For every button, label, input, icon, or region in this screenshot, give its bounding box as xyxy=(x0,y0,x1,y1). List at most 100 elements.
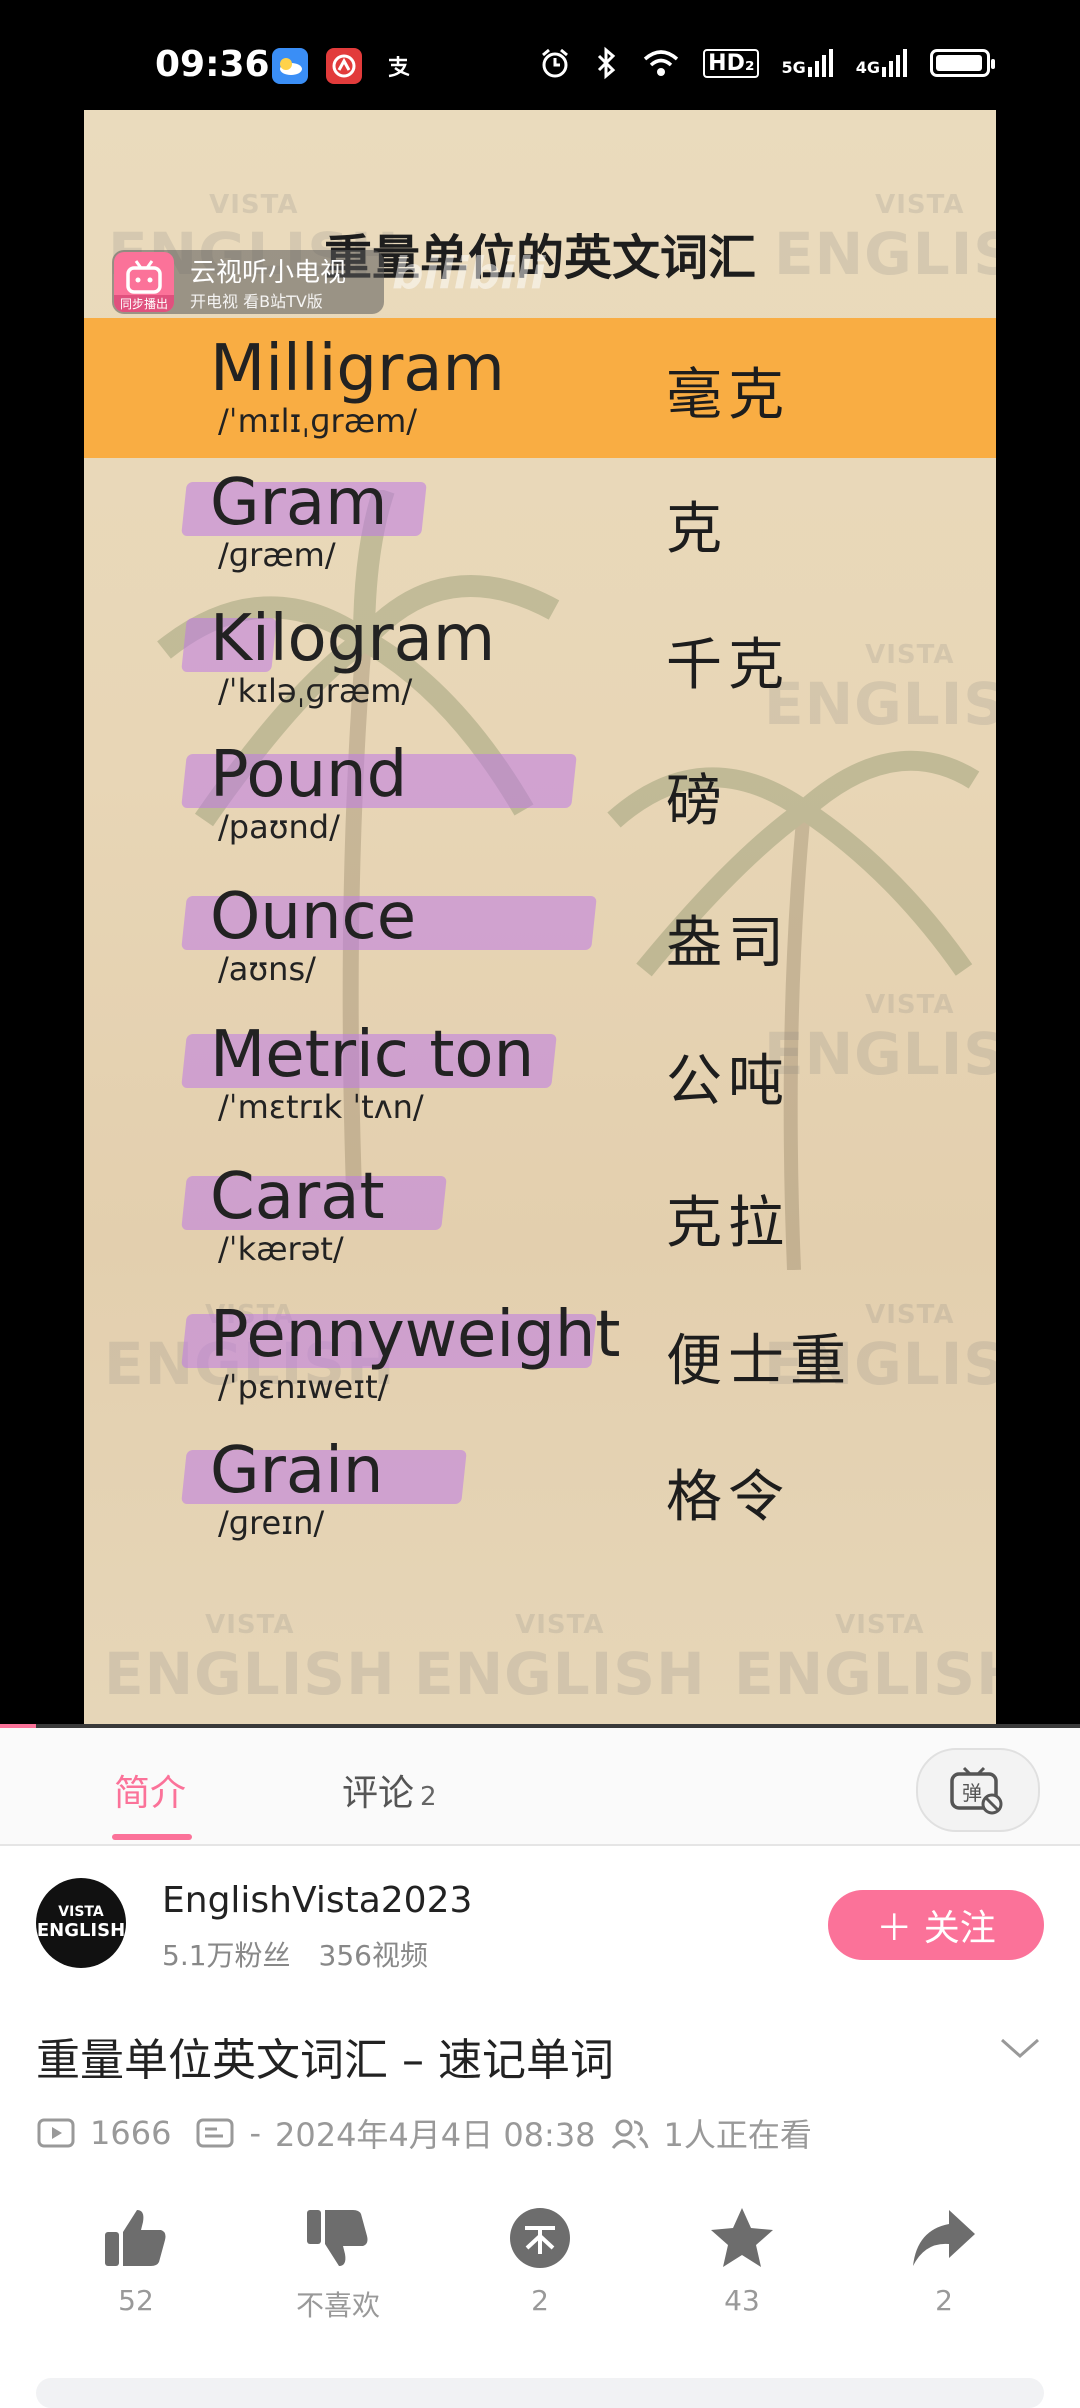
word-english: Milligram xyxy=(210,332,505,406)
dislike-icon xyxy=(307,2210,368,2266)
publish-date: 2024年4月4日 08:38 xyxy=(274,2116,596,2154)
share-count: 2 xyxy=(935,2284,953,2317)
word-english: Metric ton xyxy=(210,1018,535,1092)
hd-icon: HD₂ xyxy=(703,48,760,78)
word-chinese: 盎司 xyxy=(666,911,790,976)
video-meta: 1666 - 2024年4月4日 08:38 1人正在看 xyxy=(36,2110,812,2156)
play-count-icon xyxy=(37,2118,75,2148)
word-chinese: 公吨 xyxy=(666,1049,790,1114)
tv-badge-subtitle: 开电视 看B站TV版 xyxy=(190,292,323,311)
bluetooth-icon xyxy=(598,46,616,80)
watermark: VISTAENGLISH xyxy=(414,1610,706,1708)
tv-badge-tag: 同步播出 xyxy=(114,295,174,312)
weather-icon xyxy=(272,48,308,84)
battery-icon xyxy=(930,49,995,77)
uploader-stats: 5.1万粉丝 356视频 xyxy=(162,1939,428,1972)
status-app-icons xyxy=(272,48,416,84)
word-ipa: /aʊns/ xyxy=(218,950,316,988)
word-chinese: 千克 xyxy=(666,633,790,698)
word-english: Pennyweight xyxy=(210,1298,621,1372)
word-ipa: /ɡræm/ xyxy=(218,536,336,574)
watching-users-icon xyxy=(611,2119,649,2149)
word-row: Pound/paʊnd/磅 xyxy=(84,738,996,858)
coin-button[interactable]: 2 xyxy=(460,2206,620,2317)
word-chinese: 磅 xyxy=(666,769,728,834)
word-row: Pennyweight/ˈpɛnɪweɪt/便士重 xyxy=(84,1298,996,1418)
5g-signal-icon: 5G xyxy=(781,49,833,77)
like-button[interactable]: 52 xyxy=(56,2206,216,2317)
4g-signal-icon: 4G xyxy=(856,49,908,77)
word-ipa: /paʊnd/ xyxy=(218,808,340,846)
favorite-icon xyxy=(711,2208,773,2267)
status-right-icons: HD₂ 5G 4G xyxy=(539,46,995,80)
bilibili-logo: bilibili xyxy=(392,248,546,299)
status-time: 09:36 xyxy=(155,44,270,85)
word-chinese: 克拉 xyxy=(666,1191,790,1256)
share-button[interactable]: 2 xyxy=(864,2206,1024,2317)
tv-badge-title: 云视听小电视 xyxy=(190,258,347,288)
word-row: Metric ton/ˈmɛtrɪk ˈtʌn/公吨 xyxy=(84,1018,996,1138)
tab-comments[interactable]: 评论 2 xyxy=(342,1764,437,1816)
dislike-button[interactable]: 不喜欢 xyxy=(258,2206,418,2324)
uploader-name[interactable]: EnglishVista2023 xyxy=(162,1880,472,1921)
danmaku-toggle-icon: 弹 xyxy=(950,1766,1003,1815)
follow-button[interactable]: ＋ 关注 xyxy=(828,1890,1044,1960)
like-icon xyxy=(105,2210,166,2266)
word-english: Pound xyxy=(210,738,408,812)
app-red-icon xyxy=(326,48,362,84)
coin-count: 2 xyxy=(531,2284,549,2317)
watching-count: 1人正在看 xyxy=(663,2116,812,2154)
chevron-down-icon[interactable] xyxy=(998,2034,1042,2064)
bilibili-tv-icon: 同步播出 xyxy=(114,252,174,312)
word-ipa: /ɡreɪn/ xyxy=(218,1504,325,1542)
favorite-count: 43 xyxy=(724,2284,760,2317)
tab-active-indicator xyxy=(112,1834,192,1840)
share-icon xyxy=(913,2210,975,2266)
word-ipa: /ˈmɪlɪˌɡræm/ xyxy=(218,402,418,440)
word-ipa: /ˈpɛnɪweɪt/ xyxy=(218,1368,389,1406)
word-ipa: /ˈkærət/ xyxy=(218,1230,344,1268)
word-chinese: 格令 xyxy=(666,1465,790,1530)
word-chinese: 毫克 xyxy=(666,363,790,428)
coin-icon xyxy=(510,2208,570,2268)
danmaku-toggle-button[interactable]: 弹 xyxy=(916,1748,1040,1832)
word-chinese: 便士重 xyxy=(666,1329,852,1394)
favorite-button[interactable]: 43 xyxy=(662,2206,822,2317)
status-bar: 09:36 HD₂ 5G 4G xyxy=(0,0,1080,110)
bottom-card xyxy=(36,2378,1044,2408)
word-ipa: /ˈmɛtrɪk ˈtʌn/ xyxy=(218,1088,424,1126)
tab-intro[interactable]: 简介 xyxy=(114,1764,186,1816)
alarm-icon xyxy=(542,48,569,78)
svg-text:弹: 弹 xyxy=(962,1781,982,1805)
word-english: Grain xyxy=(210,1434,384,1508)
video-frame[interactable]: VISTAENGLISH VISTAENGLISH VISTAENGLISH V… xyxy=(84,110,996,1728)
word-row: Milligram/ˈmɪlɪˌɡræm/毫克 xyxy=(84,332,996,452)
video-title: 重量单位英文词汇 – 速记单词 xyxy=(36,2035,614,2086)
danmaku-count-icon xyxy=(196,2118,234,2148)
word-english: Ounce xyxy=(210,880,417,954)
word-row: Carat/ˈkærət/克拉 xyxy=(84,1160,996,1280)
word-row: Ounce/aʊns/盎司 xyxy=(84,880,996,1000)
view-count: 1666 xyxy=(90,2114,172,2152)
word-chinese: 克 xyxy=(666,497,728,562)
word-english: Gram xyxy=(210,466,388,540)
uploader-avatar[interactable]: VISTA ENGLISH xyxy=(36,1878,126,1968)
word-row: Kilogram/ˈkɪləˌɡræm/千克 xyxy=(84,602,996,722)
comments-count: 2 xyxy=(420,1782,437,1812)
watermark: VISTAENGLISH xyxy=(734,1610,996,1708)
action-bar: 52 不喜欢 2 43 2 xyxy=(0,2206,1080,2346)
word-english: Carat xyxy=(210,1160,385,1234)
alipay-icon xyxy=(380,48,416,84)
dislike-label: 不喜欢 xyxy=(295,2289,380,2322)
detail-tabs: 简介 评论 2 弹 xyxy=(0,1728,1080,1846)
tv-cast-badge[interactable]: 同步播出 云视听小电视 开电视 看B站TV版 xyxy=(112,250,384,314)
watermark: VISTAENGLISH xyxy=(104,1610,396,1708)
word-english: Kilogram xyxy=(210,602,496,676)
word-ipa: /ˈkɪləˌɡræm/ xyxy=(218,672,413,710)
word-row: Grain/ɡreɪn/格令 xyxy=(84,1434,996,1554)
word-row: Gram/ɡræm/克 xyxy=(84,466,996,586)
like-count: 52 xyxy=(118,2284,154,2317)
video-player[interactable]: VISTAENGLISH VISTAENGLISH VISTAENGLISH V… xyxy=(0,110,1080,1728)
danmaku-count: - xyxy=(249,2114,261,2152)
wifi-icon xyxy=(644,50,679,76)
